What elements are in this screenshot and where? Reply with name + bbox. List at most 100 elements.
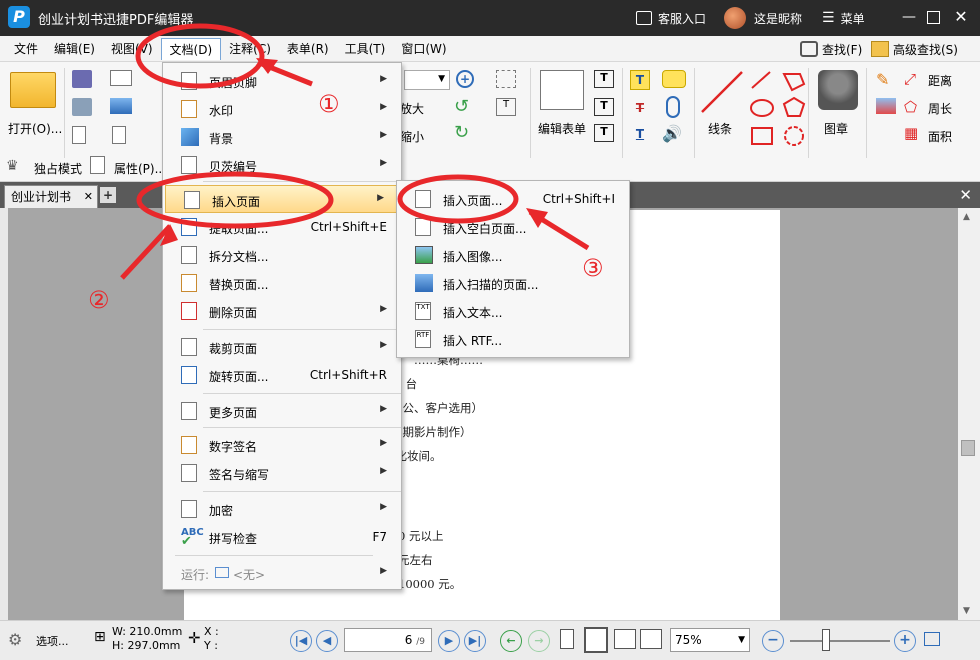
previous-page-icon[interactable]: ◀: [316, 630, 338, 652]
menu-edit[interactable]: 编辑(E): [46, 38, 103, 60]
continuous-page-icon[interactable]: [584, 627, 608, 653]
submenu-insert-pages[interactable]: 插入页面... Ctrl+Shift+I: [397, 185, 629, 213]
paperclip-icon[interactable]: [666, 96, 680, 118]
scroll-thumb[interactable]: [961, 440, 975, 456]
menu-item-encrypt[interactable]: 加密 ▶: [163, 495, 401, 523]
menu-file[interactable]: 文件: [6, 38, 46, 60]
menu-item-crop-pages[interactable]: 裁剪页面 ▶: [163, 333, 401, 361]
properties-button[interactable]: 属性(P)...: [114, 160, 166, 177]
options-button[interactable]: 选项...: [36, 633, 69, 649]
vertical-scrollbar[interactable]: ▲ ▼: [958, 208, 980, 620]
gear-icon[interactable]: ⚙: [8, 630, 22, 649]
menu-form[interactable]: 表单(R): [279, 38, 337, 60]
save-icon[interactable]: [72, 70, 92, 88]
submenu-insert-text[interactable]: TXT 插入文本...: [397, 297, 629, 325]
zoom-select[interactable]: ▼: [404, 70, 450, 90]
menu-item-replace-pages[interactable]: 替换页面...: [163, 269, 401, 297]
print-icon[interactable]: [72, 98, 92, 116]
menu-item-digital-signature[interactable]: 数字签名 ▶: [163, 431, 401, 459]
distance-button[interactable]: 距离: [928, 72, 952, 89]
menu-window[interactable]: 窗口(W): [393, 38, 454, 60]
continuous-facing-icon[interactable]: [640, 629, 662, 649]
scroll-down-icon[interactable]: ▼: [963, 606, 970, 616]
first-page-icon[interactable]: |◀: [290, 630, 312, 652]
menu-tools[interactable]: 工具(T): [337, 38, 394, 60]
stamp-button[interactable]: 图章: [824, 120, 848, 137]
text-field-icon[interactable]: T: [496, 98, 516, 116]
eraser-icon[interactable]: [876, 98, 896, 114]
zoom-slider[interactable]: [790, 640, 890, 642]
menu-view[interactable]: 视图(V): [103, 38, 161, 60]
strikeout-icon[interactable]: T: [630, 98, 650, 118]
new-document-icon[interactable]: [112, 126, 128, 146]
user-profile[interactable]: 这是昵称: [724, 0, 802, 36]
exclusive-mode-button[interactable]: 独占模式: [34, 160, 82, 177]
last-page-icon[interactable]: ▶|: [464, 630, 486, 652]
menu-item-rotate-pages[interactable]: 旋转页面... Ctrl+Shift+R: [163, 361, 401, 389]
menu-document[interactable]: 文档(D): [160, 37, 222, 60]
find-button[interactable]: 查找(F): [800, 38, 862, 60]
zoom-out-icon[interactable]: −: [762, 630, 784, 652]
edit-form-icon[interactable]: [540, 70, 584, 110]
advanced-find-button[interactable]: 高级查找(S): [871, 38, 958, 60]
new-tab-button[interactable]: +: [100, 187, 116, 203]
menu-item-bates-numbering[interactable]: 贝茨编号 ▶: [163, 151, 401, 179]
menu-item-sign-initials[interactable]: 签名与缩写 ▶: [163, 459, 401, 487]
edit-form-button[interactable]: 编辑表单: [538, 120, 586, 137]
close-icon[interactable]: ✕: [952, 8, 970, 26]
main-menu-button[interactable]: ☰ 菜单: [822, 0, 865, 36]
scroll-up-icon[interactable]: ▲: [963, 212, 970, 222]
scan-icon[interactable]: [110, 98, 132, 114]
typewriter-icon[interactable]: T: [594, 124, 614, 142]
zoom-in-icon[interactable]: +: [894, 630, 916, 652]
submenu-insert-scanned-page[interactable]: 插入扫描的页面...: [397, 269, 629, 297]
menu-item-insert-pages[interactable]: 插入页面 ▶: [165, 185, 399, 213]
menu-comment[interactable]: 注释(C): [221, 38, 279, 60]
select-text-icon[interactable]: [496, 70, 516, 88]
open-button-label[interactable]: 打开(O)...: [8, 120, 62, 137]
page-number-field[interactable]: 6 /9: [344, 628, 432, 652]
menu-item-delete-pages[interactable]: 删除页面 ▶: [163, 297, 401, 325]
zoom-in-button[interactable]: 放大: [400, 100, 424, 117]
text-box-icon[interactable]: T: [594, 70, 614, 88]
maximize-icon[interactable]: [927, 11, 940, 24]
rotate-left-icon[interactable]: ↺: [454, 98, 476, 116]
next-page-icon[interactable]: ▶: [438, 630, 460, 652]
pencil-icon[interactable]: ✎: [876, 70, 896, 89]
perimeter-button[interactable]: 周长: [928, 100, 952, 117]
email-icon[interactable]: [110, 70, 132, 86]
single-page-icon[interactable]: [560, 629, 574, 649]
callout-text-icon[interactable]: T: [594, 98, 614, 116]
submenu-insert-image[interactable]: 插入图像...: [397, 241, 629, 269]
lines-button[interactable]: 线条: [708, 120, 732, 137]
open-folder-icon[interactable]: [10, 72, 56, 108]
facing-pages-icon[interactable]: [614, 629, 636, 649]
zoom-slider-thumb[interactable]: [822, 629, 830, 651]
menu-item-background[interactable]: 背景 ▶: [163, 123, 401, 151]
export-icon[interactable]: [72, 126, 90, 146]
sound-icon[interactable]: 🔊: [662, 124, 686, 144]
go-forward-icon[interactable]: →: [528, 630, 550, 652]
area-button[interactable]: 面积: [928, 128, 952, 145]
go-back-icon[interactable]: ←: [500, 630, 522, 652]
submenu-insert-rtf[interactable]: RTF 插入 RTF...: [397, 325, 629, 353]
customer-service-button[interactable]: 客服入口: [636, 0, 706, 36]
menu-item-split-document[interactable]: 拆分文档...: [163, 241, 401, 269]
zoom-out-button[interactable]: 缩小: [400, 128, 424, 145]
submenu-insert-blank-page[interactable]: 插入空白页面...: [397, 213, 629, 241]
document-tab[interactable]: 创业计划书 ✕: [4, 185, 98, 208]
close-all-icon[interactable]: ✕: [959, 186, 972, 204]
minimize-icon[interactable]: —: [900, 8, 918, 26]
menu-item-watermark[interactable]: 水印 ▶: [163, 95, 401, 123]
menu-item-header-footer[interactable]: 页眉页脚 ▶: [163, 67, 401, 95]
menu-item-more-pages[interactable]: 更多页面 ▶: [163, 397, 401, 425]
line-tool-icon[interactable]: [698, 68, 746, 116]
menu-item-spell-check[interactable]: ABC ✔ 拼写检查 F7: [163, 523, 401, 551]
note-icon[interactable]: [662, 70, 686, 88]
underline-icon[interactable]: T: [630, 124, 650, 144]
zoom-level-select[interactable]: 75% ▼: [670, 628, 750, 652]
shape-tools-icon[interactable]: [748, 70, 810, 148]
menu-item-extract-pages[interactable]: 提取页面... Ctrl+Shift+E: [163, 213, 401, 241]
zoom-in-circle-icon[interactable]: +: [456, 70, 474, 88]
full-screen-icon[interactable]: [924, 632, 940, 646]
